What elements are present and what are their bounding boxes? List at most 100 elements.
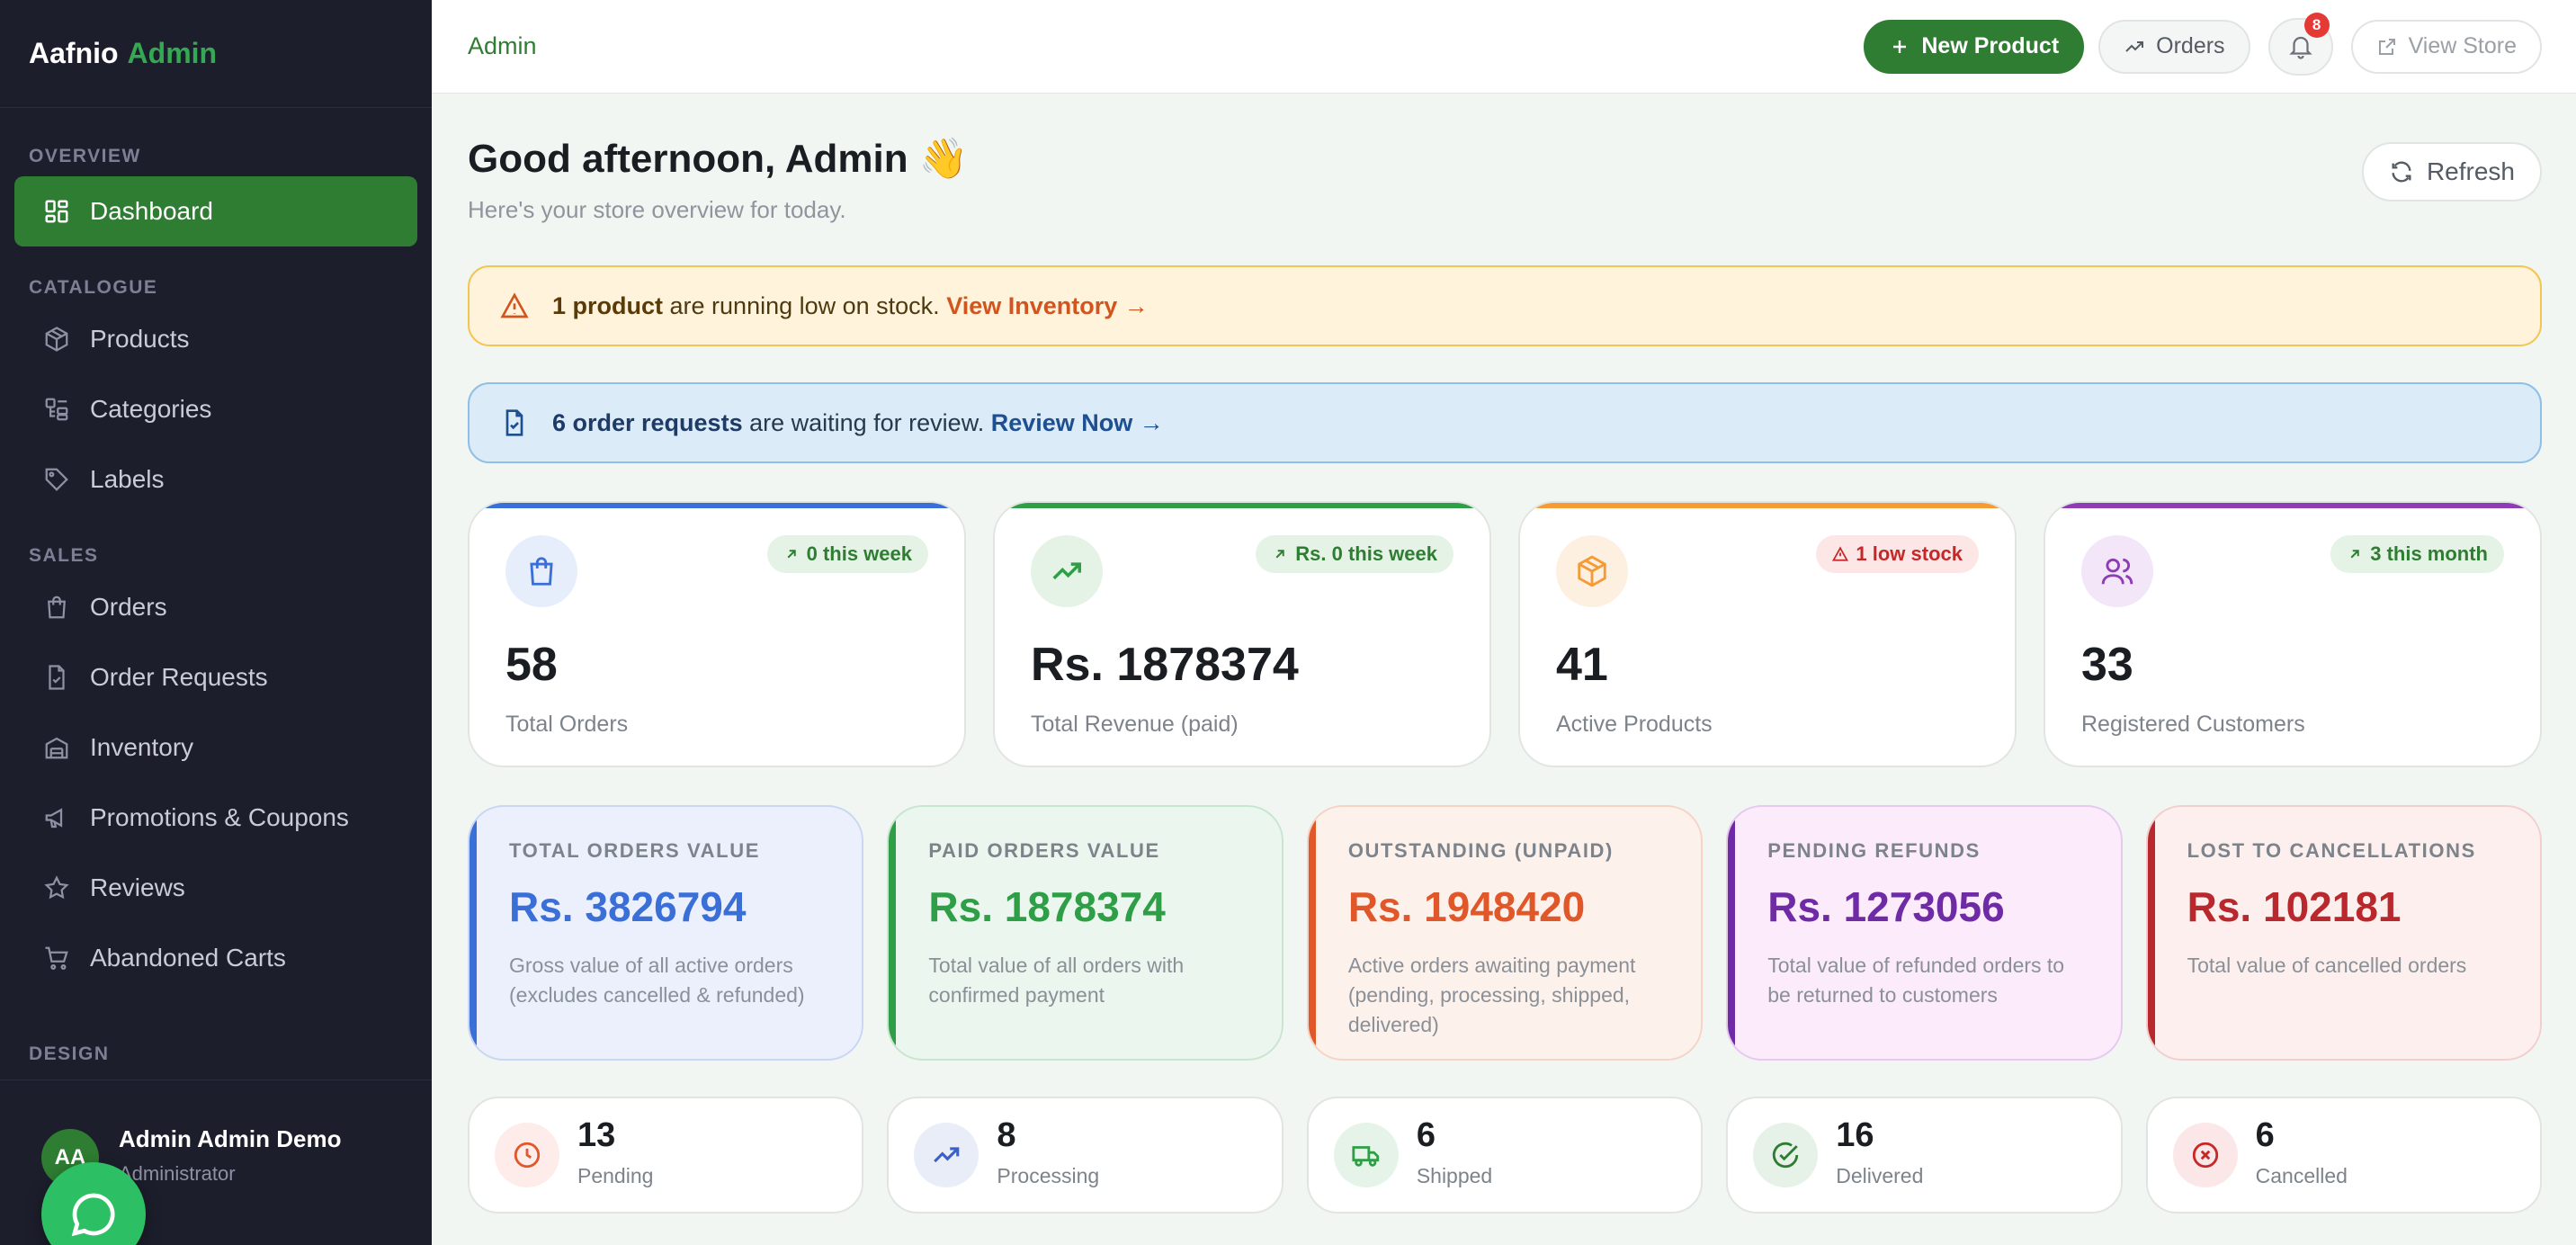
orders-button[interactable]: Orders [2098, 19, 2250, 74]
notifications-button[interactable]: 8 [2267, 12, 2333, 76]
external-link-icon [2378, 38, 2395, 55]
page-title: Good afternoon, Admin 👋 [468, 137, 969, 181]
value-card-paid-orders: Paid Orders Value Rs. 1878374 Total valu… [887, 805, 1284, 1061]
status-count: 16 [1836, 1116, 1874, 1154]
stat-label: Total Revenue (paid) [1031, 712, 1239, 737]
sidebar-item-products[interactable]: Products [14, 304, 417, 374]
nav-section-catalogue: CATALOGUE [29, 277, 158, 298]
status-label: Processing [997, 1164, 1100, 1187]
sidebar-item-promotions[interactable]: Promotions & Coupons [14, 783, 417, 853]
truck-icon [1352, 1146, 1379, 1167]
stat-label: Total Orders [505, 712, 629, 737]
status-count: 13 [577, 1116, 616, 1154]
categories-icon [45, 398, 68, 421]
sidebar-item-orders[interactable]: Orders [14, 572, 417, 642]
stat-card-total-revenue[interactable]: Rs. 0 this week Rs. 1878374 Total Revenu… [993, 501, 1491, 767]
breadcrumb[interactable]: Admin [468, 32, 537, 60]
warning-icon [500, 292, 529, 318]
view-store-button[interactable]: View Store [2350, 19, 2542, 74]
warning-icon [1832, 546, 1849, 561]
review-now-link[interactable]: Review Now → [991, 409, 1164, 436]
value-card-outstanding: Outstanding (Unpaid) Rs. 1948420 Active … [1306, 805, 1704, 1061]
users-icon [2101, 558, 2133, 585]
sidebar-item-dashboard[interactable]: Dashboard [14, 176, 417, 246]
megaphone-icon [45, 808, 63, 829]
status-count: 8 [997, 1116, 1016, 1154]
status-card-shipped[interactable]: 6 Shipped [1306, 1097, 1704, 1214]
trending-up-icon [2125, 40, 2144, 52]
sidebar-item-label: Products [90, 325, 190, 353]
orders-label: Orders [2156, 33, 2225, 58]
sidebar-item-label: Promotions & Coupons [90, 803, 349, 831]
stat-card-registered-customers[interactable]: 3 this month 33 Registered Customers [2044, 501, 2542, 767]
stat-cards: 0 this week 58 Total Orders Rs. 0 this w… [468, 501, 2542, 767]
sidebar-item-labels[interactable]: Labels [14, 444, 417, 515]
status-card-cancelled[interactable]: 6 Cancelled [2145, 1097, 2543, 1214]
status-label: Pending [577, 1164, 654, 1187]
stat-card-total-orders[interactable]: 0 this week 58 Total Orders [468, 501, 966, 767]
sidebar-item-label: Categories [90, 395, 212, 423]
sidebar-item-order-requests[interactable]: Order Requests [14, 642, 417, 712]
check-circle-icon [1773, 1142, 1799, 1169]
value-description: Active orders awaiting payment (pending,… [1347, 954, 1636, 1036]
value-title: Outstanding (Unpaid) [1347, 839, 1614, 862]
arrow-up-right-icon [1275, 550, 1284, 559]
stat-card-active-products[interactable]: 1 low stock 41 Active Products [1518, 501, 2017, 767]
stat-trend-text: 3 this month [2370, 542, 2488, 565]
trending-up-icon [1052, 562, 1081, 580]
topbar: Admin New Product Orders 8 View Store [432, 0, 2576, 94]
view-store-label: View Store [2408, 33, 2517, 58]
value-title: Pending Refunds [1767, 839, 1981, 862]
stat-value: 41 [1556, 639, 1608, 691]
status-count: 6 [2255, 1116, 2275, 1154]
topbar-actions: New Product Orders 8 View Store [1864, 12, 2542, 76]
arrow-up-right-icon [2350, 550, 2359, 559]
value-amount: Rs. 3826794 [509, 883, 747, 930]
value-amount: Rs. 1273056 [1767, 883, 2005, 930]
value-card-pending-refunds: Pending Refunds Rs. 1273056 Total value … [1726, 805, 2123, 1061]
refresh-button[interactable]: Refresh [2361, 142, 2542, 202]
stat-trend-text: 0 this week [806, 542, 912, 565]
sidebar-item-label: Reviews [90, 873, 185, 901]
stat-label: Active Products [1556, 712, 1713, 737]
brand-name: Aafnio [29, 37, 119, 69]
sidebar-item-label: Labels [90, 465, 165, 493]
order-requests-count: 6 order requests [552, 408, 743, 436]
user-role: Administrator [119, 1162, 236, 1185]
nav-section-overview: OVERVIEW [29, 146, 141, 166]
sidebar-item-categories[interactable]: Categories [14, 374, 417, 444]
status-card-pending[interactable]: 13 Pending [468, 1097, 864, 1214]
stat-trend-pill: 3 this month [2330, 535, 2504, 573]
stat-trend-text: 1 low stock [1856, 542, 1963, 565]
notification-count-badge: 8 [2303, 12, 2330, 38]
sidebar-item-label: Order Requests [90, 663, 268, 691]
new-product-button[interactable]: New Product [1864, 19, 2085, 74]
sidebar-item-reviews[interactable]: Reviews [14, 853, 417, 923]
star-icon [44, 875, 69, 900]
refresh-label: Refresh [2426, 157, 2515, 185]
tag-icon [45, 468, 68, 491]
brand-logo[interactable]: Aafnio Admin [0, 0, 432, 108]
status-card-processing[interactable]: 8 Processing [887, 1097, 1284, 1214]
status-label: Cancelled [2255, 1164, 2348, 1187]
shopping-bag-icon [48, 596, 66, 619]
view-inventory-link[interactable]: View Inventory → [946, 292, 1149, 319]
sidebar-item-inventory[interactable]: Inventory [14, 712, 417, 783]
sidebar-item-abandoned-carts[interactable]: Abandoned Carts [14, 923, 417, 993]
value-cards: Total Orders Value Rs. 3826794 Gross val… [468, 805, 2543, 1061]
order-requests-text: are waiting for review. [742, 408, 991, 436]
brand-accent: Admin [127, 37, 218, 69]
stat-value: 33 [2081, 639, 2133, 691]
low-stock-text: are running low on stock. [663, 291, 947, 319]
status-label: Shipped [1416, 1164, 1493, 1187]
status-count: 6 [1416, 1116, 1436, 1154]
value-amount: Rs. 1878374 [928, 883, 1166, 930]
user-name: Admin Admin Demo [119, 1125, 342, 1152]
low-stock-alert: 1 product are running low on stock. View… [468, 265, 2542, 346]
status-card-delivered[interactable]: 16 Delivered [1726, 1097, 2123, 1214]
value-amount: Rs. 1948420 [1347, 883, 1586, 930]
order-status-cards: 13 Pending 8 Processing 6 Shipped 16 Del… [468, 1097, 2543, 1214]
nav-section-sales: SALES [29, 545, 99, 566]
sidebar-item-label: Inventory [90, 733, 194, 761]
trending-up-icon [934, 1147, 960, 1163]
